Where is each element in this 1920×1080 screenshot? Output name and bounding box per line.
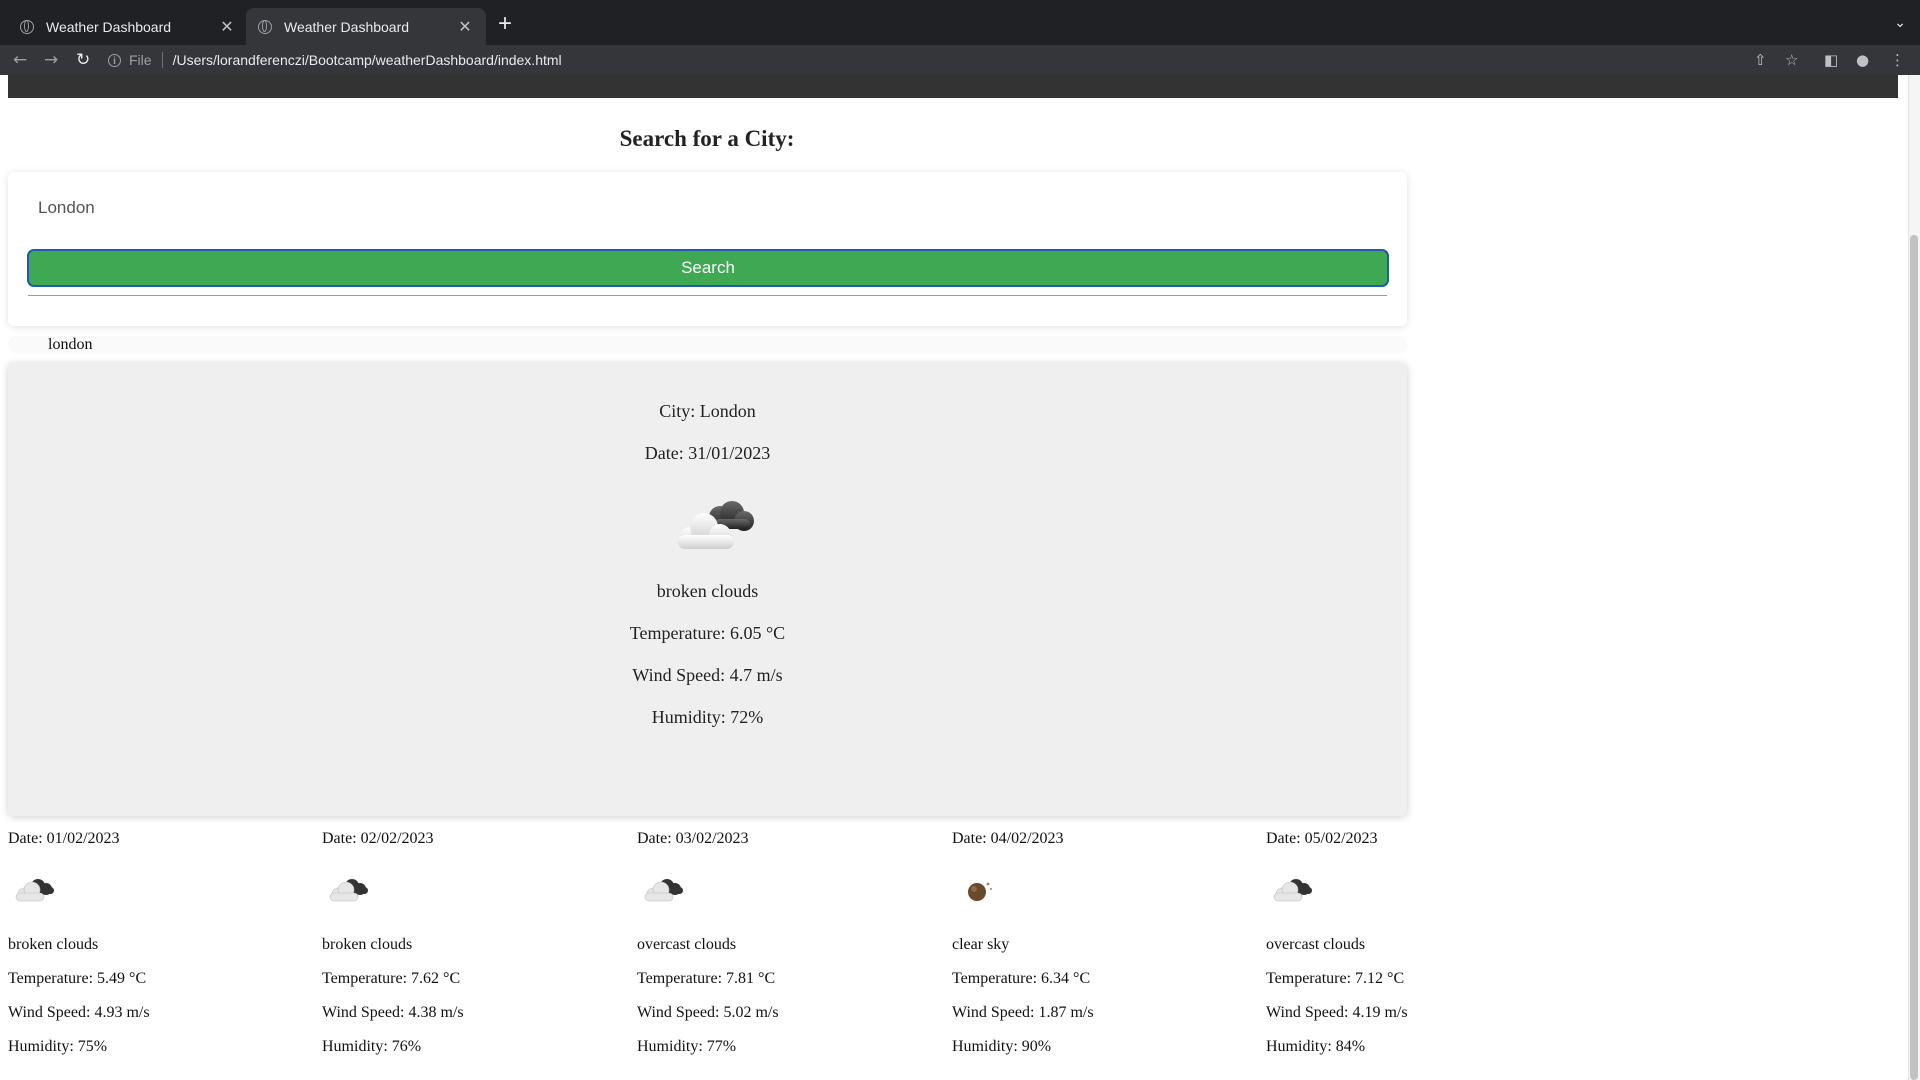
current-weather-card: City: London Date: 31/01/2023 broken clo… (8, 363, 1407, 816)
close-tab-icon[interactable]: ✕ (218, 17, 236, 37)
search-button[interactable]: Search (27, 249, 1389, 287)
forecast-date: Date: 01/02/2023 (8, 830, 120, 847)
forecast-description: overcast clouds (637, 936, 737, 953)
forecast-date: Date: 04/02/2023 (952, 830, 1064, 847)
back-arrow-icon[interactable]: ← (13, 49, 27, 71)
forecast-temperature: Temperature: 6.34 °C (952, 970, 1091, 987)
forecast-date: Date: 05/02/2023 (1266, 830, 1378, 847)
current-description: broken clouds (656, 581, 759, 601)
forecast-wind-speed: Wind Speed: 1.87 m/s (952, 1004, 1094, 1021)
forecast-wind-speed: Wind Speed: 4.93 m/s (8, 1004, 150, 1021)
current-temperature: Temperature: 6.05 °C (629, 623, 786, 643)
overcast-clouds-icon (644, 879, 683, 902)
address-url[interactable]: /Users/lorandferenczi/Bootcamp/weatherDa… (173, 52, 562, 68)
forecast-humidity: Humidity: 90% (952, 1038, 1052, 1055)
address-divider (161, 52, 163, 68)
profile-icon[interactable]: ● (1856, 50, 1869, 70)
forecast-date: Date: 03/02/2023 (637, 830, 749, 847)
browser-tab-active[interactable]: Weather Dashboard ✕ (246, 8, 486, 45)
forecast-date: Date: 02/02/2023 (322, 830, 434, 847)
clear-sky-night-icon (968, 882, 992, 901)
browser-menu-icon[interactable]: ⋮ (1890, 50, 1905, 70)
forecast-wind-speed: Wind Speed: 4.19 m/s (1266, 1004, 1408, 1021)
search-heading: Search for a City: (619, 126, 795, 151)
browser-tab-bar: Weather Dashboard ✕ Weather Dashboard ✕ … (0, 0, 1920, 45)
forecast-wind-speed: Wind Speed: 4.38 m/s (322, 1004, 464, 1021)
tab-title: Weather Dashboard (284, 18, 410, 35)
globe-icon (258, 19, 272, 34)
share-icon[interactable]: ⇧ (1754, 50, 1767, 70)
forecast-humidity: Humidity: 75% (8, 1038, 108, 1055)
new-tab-button[interactable]: + (498, 12, 512, 36)
scrollbar-thumb[interactable] (1910, 235, 1918, 1080)
broken-clouds-icon (15, 879, 54, 902)
forward-arrow-icon[interactable]: → (44, 49, 58, 71)
current-city: City: London (659, 401, 756, 421)
browser-tab[interactable]: Weather Dashboard ✕ (8, 8, 248, 45)
broken-clouds-icon (329, 879, 368, 902)
city-search-input[interactable] (28, 190, 1388, 226)
forecast-description: overcast clouds (1266, 936, 1366, 953)
browser-toolbar: ← → ↻ i File /Users/lorandferenczi/Bootc… (0, 45, 1920, 75)
scheme-label: File (129, 52, 152, 68)
forecast-temperature: Temperature: 7.62 °C (322, 970, 461, 987)
forecast-description: clear sky (952, 936, 1010, 953)
history-item-london[interactable]: london (48, 336, 92, 354)
current-date: Date: 31/01/2023 (644, 443, 771, 463)
forecast-temperature: Temperature: 7.12 °C (1266, 970, 1405, 987)
page-header (8, 75, 1898, 98)
globe-icon (20, 19, 34, 34)
forecast-wind-speed: Wind Speed: 5.02 m/s (637, 1004, 779, 1021)
broken-clouds-icon (678, 501, 754, 549)
tab-title: Weather Dashboard (46, 18, 172, 35)
bookmark-star-icon[interactable]: ☆ (1785, 50, 1798, 70)
tab-search-chevron-icon[interactable]: ⌄ (1894, 14, 1906, 31)
forecast-temperature: Temperature: 7.81 °C (637, 970, 776, 987)
address-bar[interactable]: i File /Users/lorandferenczi/Bootcamp/we… (108, 47, 562, 73)
overcast-clouds-icon (1273, 879, 1312, 902)
close-tab-icon[interactable]: ✕ (456, 17, 474, 37)
reload-icon[interactable]: ↻ (76, 49, 90, 71)
forecast-humidity: Humidity: 84% (1266, 1038, 1366, 1055)
current-humidity: Humidity: 72% (651, 707, 764, 727)
forecast-humidity: Humidity: 77% (637, 1038, 737, 1055)
forecast-humidity: Humidity: 76% (322, 1038, 422, 1055)
site-info-icon[interactable]: i (108, 53, 121, 67)
forecast-description: broken clouds (8, 936, 99, 953)
side-panel-icon[interactable]: ◧ (1824, 50, 1838, 70)
forecast-description: broken clouds (322, 936, 413, 953)
search-card: Search (8, 172, 1407, 326)
search-history: london (8, 336, 1407, 354)
divider (28, 295, 1387, 296)
forecast-temperature: Temperature: 5.49 °C (8, 970, 147, 987)
current-wind-speed: Wind Speed: 4.7 m/s (632, 665, 783, 685)
